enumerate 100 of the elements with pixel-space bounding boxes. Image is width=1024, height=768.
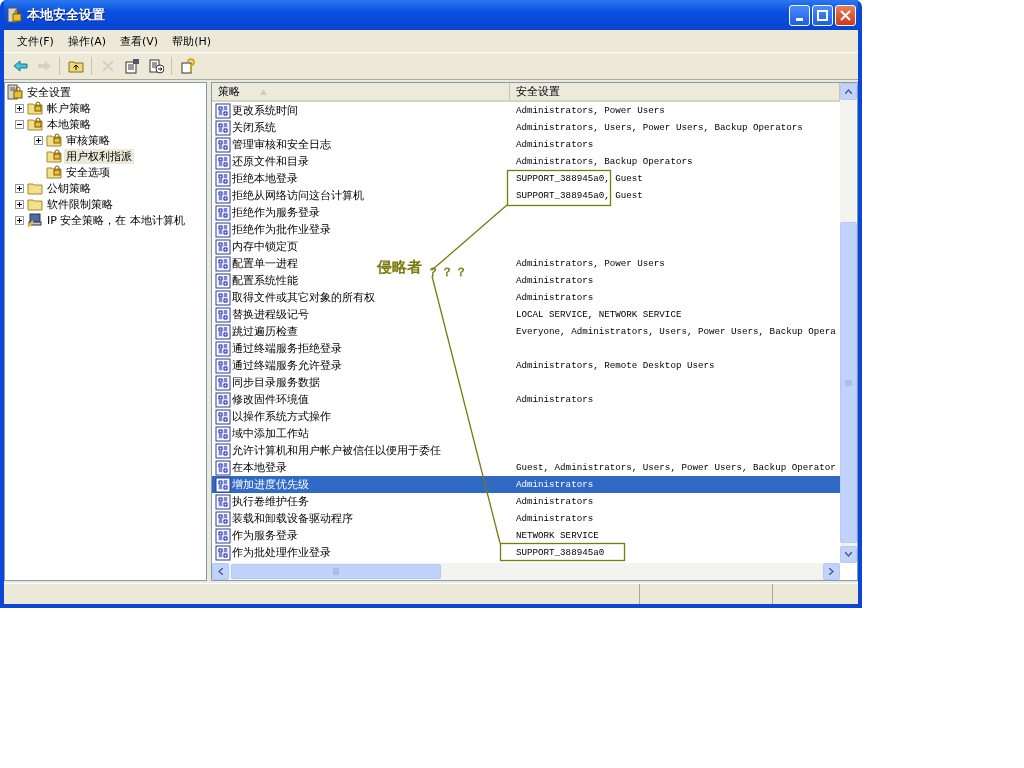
policy-icon [215, 425, 231, 442]
policy-name[interactable]: 通过终端服务拒绝登录 [232, 341, 342, 356]
expand-toggle[interactable] [15, 215, 24, 225]
policy-name[interactable]: 取得文件或其它对象的所有权 [232, 290, 375, 305]
security-setting: Administrators [515, 479, 594, 490]
grip-icon [333, 568, 339, 575]
policy-name[interactable]: 关闭系统 [232, 120, 276, 135]
tree-item[interactable]: 公钥策略 [45, 180, 93, 196]
scroll-left-button[interactable] [212, 563, 229, 580]
minimize-button[interactable] [789, 4, 810, 26]
policy-icon [215, 493, 231, 510]
menu-item[interactable]: 帮助(H) [165, 31, 218, 51]
policy-icon [215, 238, 231, 255]
policy-name[interactable]: 配置系统性能 [232, 273, 298, 288]
close-icon [840, 9, 851, 21]
tree-item[interactable]: 帐户策略 [45, 100, 93, 116]
policy-name[interactable]: 跳过遍历检查 [232, 324, 298, 339]
policy-name[interactable]: 拒绝从网络访问这台计算机 [232, 188, 364, 203]
back-arrow-icon [11, 58, 28, 74]
policy-name[interactable]: 装载和卸载设备驱动程序 [232, 511, 353, 526]
policy-icon [215, 391, 231, 408]
security-setting: Guest, Administrators, Users, Power Users, Backup Operator [515, 462, 836, 473]
policy-name[interactable]: 拒绝本地登录 [232, 171, 298, 186]
policy-name[interactable]: 管理审核和安全日志 [232, 137, 331, 152]
tree-item[interactable]: 本地策略 [45, 116, 93, 132]
right-chevron-icon [829, 568, 834, 575]
policy-name[interactable]: 作为批处理作业登录 [232, 545, 331, 560]
policy-name[interactable]: 更改系统时间 [232, 103, 298, 118]
policy-icon [215, 459, 231, 476]
column-header[interactable]: 策略 [212, 83, 510, 100]
close-button[interactable] [835, 4, 856, 26]
security-setting: Administrators, Backup Operators [515, 156, 693, 167]
policy-name[interactable]: 内存中锁定页 [232, 239, 298, 254]
tree-item[interactable]: 审核策略 [64, 132, 112, 148]
policy-name[interactable]: 还原文件和目录 [232, 154, 309, 169]
security-setting: Administrators [515, 496, 594, 507]
help-icon [179, 58, 196, 74]
scroll-thumb[interactable] [840, 222, 857, 543]
policy-name[interactable]: 域中添加工作站 [232, 426, 309, 441]
computer-icon [27, 212, 43, 228]
policy-icon [215, 102, 231, 119]
menu-item[interactable]: 操作(A) [60, 31, 114, 51]
tree-item[interactable]: 软件限制策略 [45, 196, 115, 212]
policy-name[interactable]: 替换进程级记号 [232, 307, 309, 322]
expand-toggle[interactable] [15, 183, 24, 193]
menu-item[interactable]: 查看(V) [113, 31, 166, 51]
policy-icon [215, 306, 231, 323]
policy-name[interactable]: 同步目录服务数据 [232, 375, 320, 390]
menu-item[interactable]: 文件(F) [10, 31, 61, 51]
scroll-right-button[interactable] [823, 563, 840, 580]
security-setting: Administrators, Power Users [515, 105, 665, 116]
tree-item[interactable]: 用户权利指派 [64, 148, 134, 164]
locked-folder-icon [27, 116, 43, 132]
policy-icon [215, 119, 231, 136]
security-setting: SUPPORT_388945a0, Guest [515, 173, 643, 184]
policy-icon [215, 510, 231, 527]
policy-name[interactable]: 执行卷维护任务 [232, 494, 309, 509]
expand-toggle[interactable] [34, 135, 43, 145]
policy-icon [215, 170, 231, 187]
vertical-scrollbar[interactable] [840, 83, 857, 563]
policy-name[interactable]: 修改固件环境值 [232, 392, 309, 407]
security-setting: Administrators, Users, Power Users, Backup Operators [515, 122, 803, 133]
policy-icon [215, 442, 231, 459]
expand-toggle[interactable] [15, 199, 24, 209]
collapse-toggle[interactable] [15, 119, 24, 129]
scroll-thumb[interactable] [231, 564, 441, 579]
down-chevron-icon [845, 552, 852, 557]
policy-name[interactable]: 在本地登录 [232, 460, 287, 475]
tree-item[interactable]: 安全选项 [64, 164, 112, 180]
policy-icon [215, 136, 231, 153]
policy-icon [215, 204, 231, 221]
scroll-down-button[interactable] [840, 546, 857, 563]
policy-icon [215, 408, 231, 425]
expand-toggle[interactable] [15, 103, 24, 113]
selected-row[interactable]: 增加进度优先级 Administrators [212, 476, 840, 493]
policy-name[interactable]: 增加进度优先级 [232, 477, 309, 492]
policy-name[interactable]: 拒绝作为服务登录 [232, 205, 320, 220]
security-setting: Administrators [515, 394, 594, 405]
policy-name[interactable]: 以操作系统方式操作 [232, 409, 331, 424]
plus-icon [36, 137, 41, 143]
security-setting: Administrators [515, 139, 594, 150]
maximize-button[interactable] [812, 4, 833, 26]
window-title: 本地安全设置 [27, 6, 106, 24]
horizontal-scrollbar[interactable] [212, 563, 840, 580]
policy-name[interactable]: 作为服务登录 [232, 528, 298, 543]
tree-item[interactable]: 安全设置 [25, 84, 73, 100]
policy-icon [215, 544, 231, 561]
maximize-icon [817, 9, 828, 21]
tree-item[interactable]: IP 安全策略，在 本地计算机 [45, 212, 187, 228]
scroll-up-button[interactable] [840, 83, 857, 100]
policy-name[interactable]: 配置单一进程 [232, 256, 298, 271]
folder-icon [27, 196, 43, 212]
forward-arrow-icon [35, 58, 52, 74]
plus-icon [17, 185, 22, 191]
policy-name[interactable]: 通过终端服务允许登录 [232, 358, 342, 373]
sort-icon [260, 88, 267, 95]
policy-name[interactable]: 拒绝作为批作业登录 [232, 222, 331, 237]
locked-folder-icon [46, 148, 62, 164]
plus-icon [17, 217, 22, 223]
policy-name[interactable]: 允许计算机和用户帐户被信任以便用于委任 [232, 443, 441, 458]
